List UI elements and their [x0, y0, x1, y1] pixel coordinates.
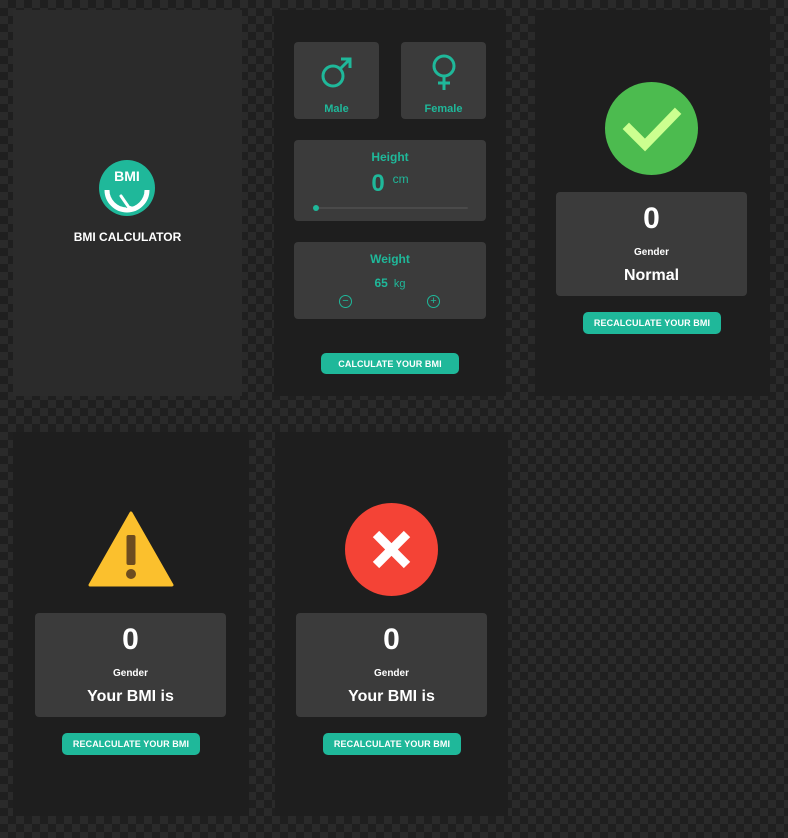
height-slider-thumb[interactable]	[313, 205, 319, 211]
error-icon	[345, 503, 438, 596]
height-label: Height	[371, 150, 409, 164]
height-unit: cm	[392, 172, 409, 186]
calculate-button[interactable]: CALCULATE YOUR BMI	[321, 353, 459, 374]
bmi-status: Your BMI is	[348, 688, 435, 705]
splash-screen: BMI BMI CALCULATOR	[13, 10, 242, 396]
height-card: Height 0 cm	[294, 140, 486, 221]
app-title: BMI CALCULATOR	[73, 230, 182, 244]
weight-label: Weight	[370, 252, 410, 266]
gender-label: Gender	[373, 668, 409, 679]
result-error-screen: 0 Gender Your BMI is RECALCULATE YOUR BM…	[275, 432, 508, 816]
bmi-value: 0	[122, 623, 139, 656]
recalculate-button[interactable]: RECALCULATE YOUR BMI	[583, 312, 721, 334]
gender-label: Gender	[112, 668, 148, 679]
bmi-gauge-logo-icon: BMI	[99, 160, 155, 216]
female-symbol-icon	[432, 54, 455, 90]
weight-decrement-button[interactable]: −	[339, 295, 352, 308]
height-value: 0	[371, 170, 385, 197]
gender-label: Gender	[633, 247, 669, 258]
logo-text: BMI	[114, 168, 140, 184]
weight-card: Weight 65 kg − +	[294, 242, 486, 319]
result-normal-screen: 0 Gender Normal RECALCULATE YOUR BMI	[535, 10, 770, 396]
result-warning-screen: 0 Gender Your BMI is RECALCULATE YOUR BM…	[13, 432, 249, 816]
input-screen: Male Female Height 0 cm Weight 65 kg − + C…	[274, 10, 506, 396]
bmi-status: Normal	[623, 267, 680, 284]
bmi-value: 0	[643, 202, 660, 235]
female-label: Female	[424, 103, 463, 115]
height-readout: 0 cm	[294, 170, 486, 198]
bmi-status: Your BMI is	[87, 688, 174, 705]
weight-value: 65	[374, 276, 388, 290]
check-icon	[605, 82, 698, 175]
bmi-value: 0	[383, 623, 400, 656]
result-card: 0 Gender Your BMI is	[296, 613, 487, 717]
weight-increment-button[interactable]: +	[427, 295, 440, 308]
female-gender-card[interactable]: Female	[401, 42, 486, 119]
weight-unit: kg	[393, 278, 406, 290]
warning-icon	[88, 511, 174, 587]
weight-readout: 65 kg	[294, 274, 486, 292]
male-label: Male	[324, 103, 349, 115]
male-gender-card[interactable]: Male	[294, 42, 379, 119]
male-symbol-icon	[321, 57, 351, 88]
height-slider-track[interactable]	[316, 207, 468, 209]
recalculate-button[interactable]: RECALCULATE YOUR BMI	[323, 733, 461, 755]
recalculate-button[interactable]: RECALCULATE YOUR BMI	[62, 733, 200, 755]
result-card: 0 Gender Normal	[556, 192, 747, 296]
result-card: 0 Gender Your BMI is	[35, 613, 226, 717]
